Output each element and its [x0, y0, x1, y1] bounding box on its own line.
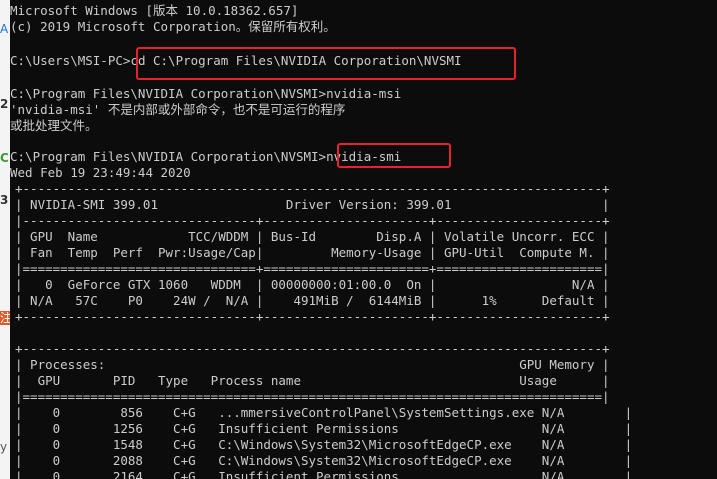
- process-row: | 0 1256 C+G Insufficient Permissions N/…: [15, 421, 633, 436]
- table-gpu-row2: | N/A 57C P0 24W / N/A | 491MiB / 6144Mi…: [15, 293, 610, 308]
- strip-glyph-a: A: [0, 22, 9, 36]
- processes-header-row2: | GPU PID Type Process name Usage |: [15, 373, 610, 388]
- strip-glyph-c: C: [0, 151, 9, 165]
- process-row: | 0 2088 C+G C:\Windows\System32\Microso…: [15, 453, 633, 468]
- command-prompt-console[interactable]: Microsoft Windows [版本 10.0.18362.657] (c…: [10, 0, 717, 479]
- highlight-cd-command: [136, 47, 516, 80]
- processes-header-row1: | Processes: GPU Memory |: [15, 357, 610, 372]
- background-page-strip: A 2 C 3 注 y: [0, 0, 10, 479]
- banner-line-copyright: (c) 2019 Microsoft Corporation。保留所有权利。: [10, 19, 336, 34]
- strip-glyph-y: y: [0, 440, 8, 454]
- screenshot: A 2 C 3 注 y Microsoft Windows [版本 10.0.1…: [0, 0, 717, 479]
- error-message-line2: 或批处理文件。: [10, 118, 98, 133]
- process-row: | 0 1548 C+G C:\Windows\System32\Microso…: [15, 437, 633, 452]
- strip-glyph-3: 3: [0, 193, 9, 207]
- strip-glyph-note: 注: [0, 311, 10, 325]
- highlight-smi-command: [337, 143, 451, 168]
- table-gpu-row1: | 0 GeForce GTX 1060 WDDM | 00000000:01:…: [15, 277, 610, 292]
- banner-line-version: Microsoft Windows [版本 10.0.18362.657]: [10, 3, 299, 18]
- smi-prompt: C:\Program Files\NVIDIA Corporation\NVSM…: [10, 149, 327, 164]
- processes-header-separator: |=======================================…: [15, 389, 610, 404]
- msi-command-line: C:\Program Files\NVIDIA Corporation\NVSM…: [10, 86, 401, 102]
- msi-command: nvidia-msi: [326, 86, 402, 101]
- table-version-row: | NVIDIA-SMI 399.01 Driver Version: 399.…: [15, 197, 610, 212]
- table-header-row2: | Fan Temp Perf Pwr:Usage/Cap| Memory-Us…: [15, 245, 610, 260]
- cd-prompt: C:\Users\MSI-PC>: [10, 53, 131, 68]
- error-message-line1: 'nvidia-msi' 不是内部或外部命令，也不是可运行的程序: [10, 102, 346, 117]
- process-row: | 0 856 C+G ...mmersiveControlPanel\Syst…: [15, 405, 633, 420]
- table-header-separator: |===============================+=======…: [15, 261, 610, 276]
- table-separator: |-------------------------------+-------…: [15, 213, 610, 228]
- strip-glyph-2: 2: [0, 97, 9, 111]
- msi-prompt: C:\Program Files\NVIDIA Corporation\NVSM…: [10, 86, 327, 101]
- processes-top-border: +---------------------------------------…: [15, 341, 610, 356]
- table-bottom-border: +-------------------------------+-------…: [15, 309, 610, 324]
- smi-timestamp: Wed Feb 19 23:49:44 2020: [10, 165, 191, 180]
- table-top-border: +---------------------------------------…: [15, 181, 610, 196]
- process-row: | 0 2164 C+G Insufficient Permissions N/…: [15, 469, 633, 479]
- table-header-row1: | GPU Name TCC/WDDM | Bus-Id Disp.A | Vo…: [15, 229, 610, 244]
